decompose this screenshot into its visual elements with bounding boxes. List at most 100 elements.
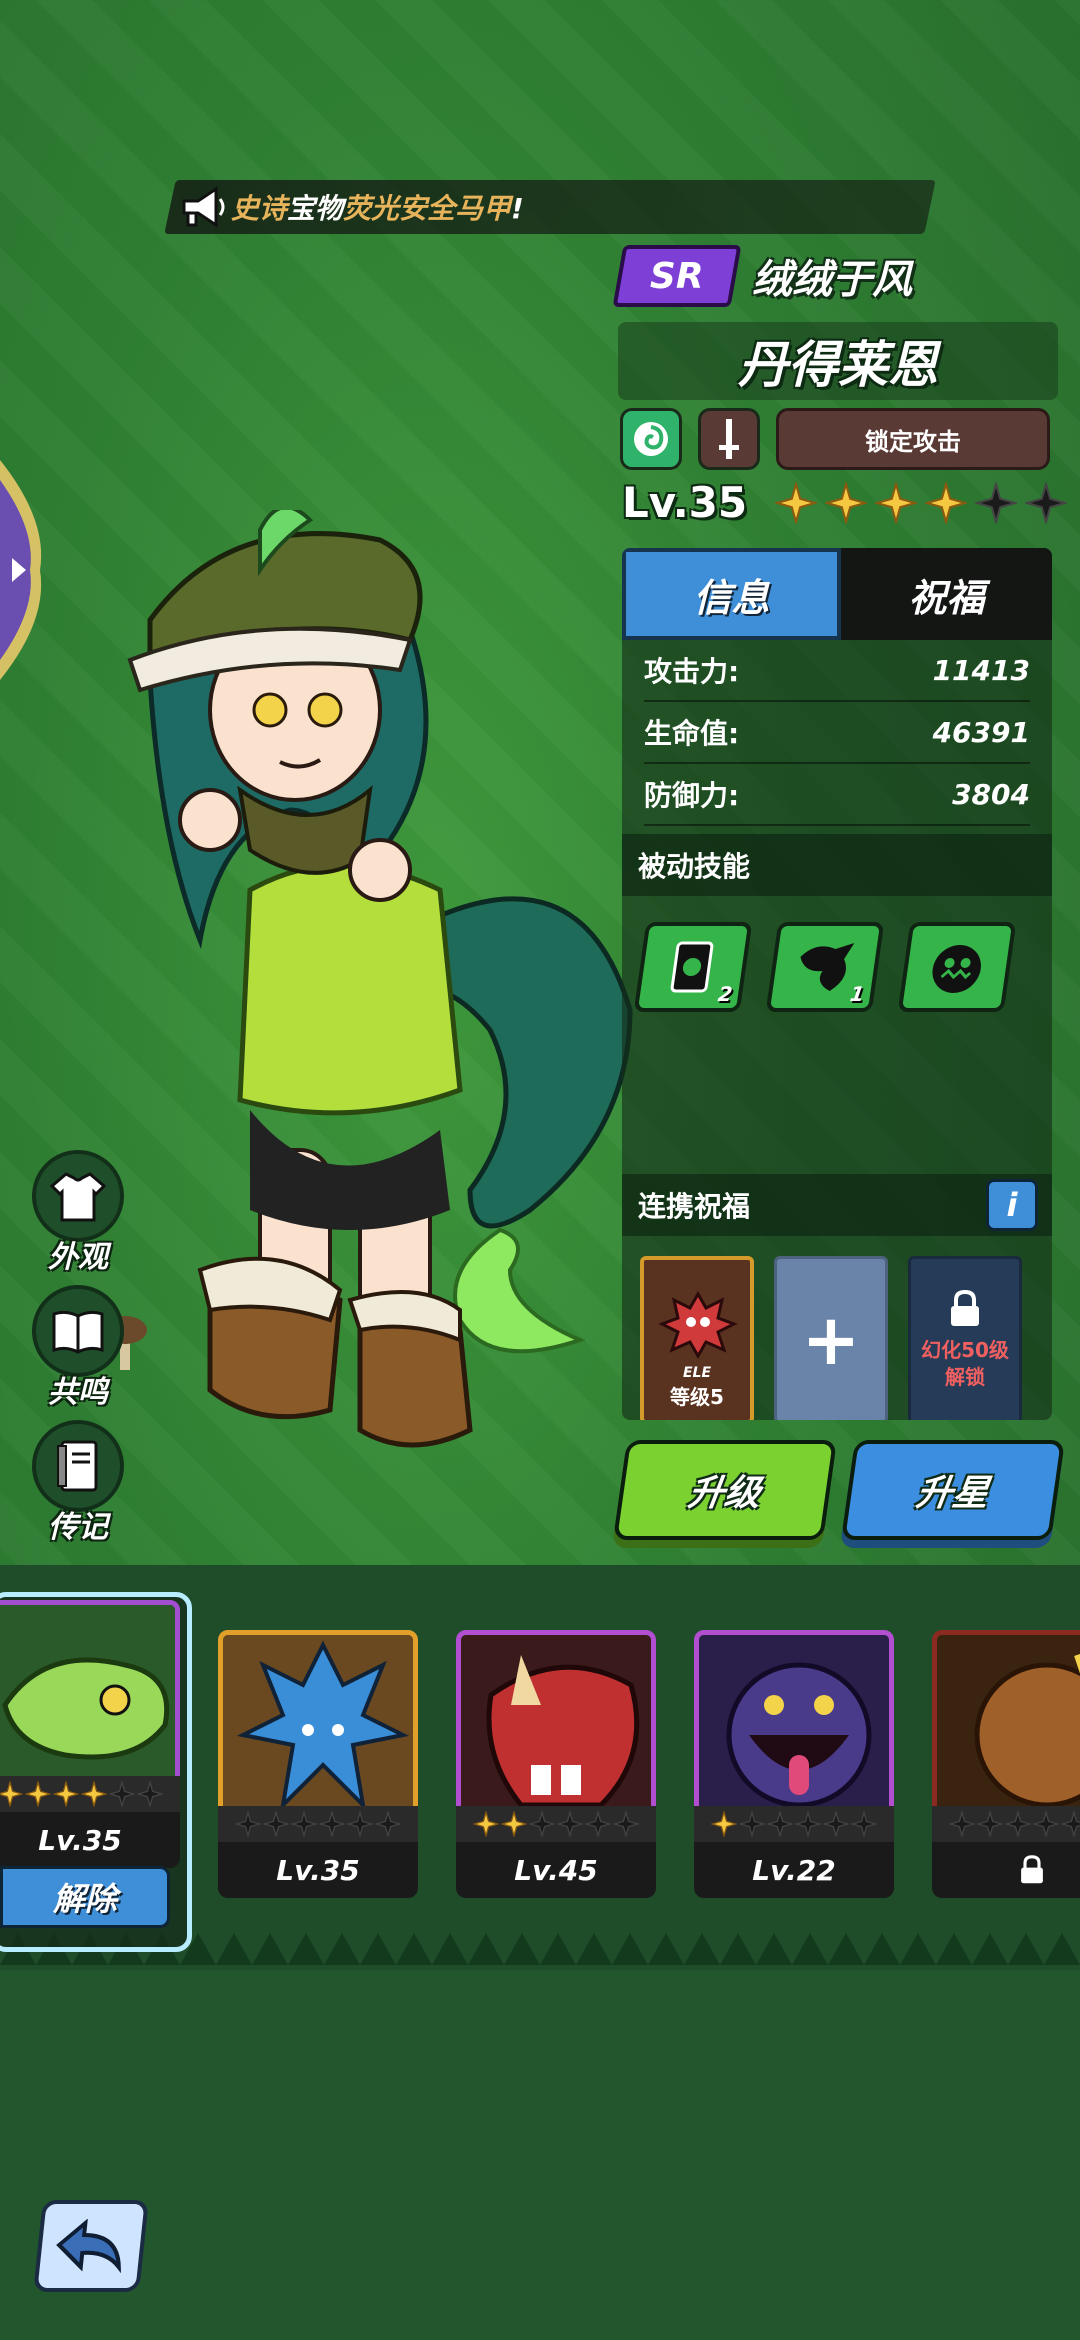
- hero-star-strip: [456, 1806, 656, 1842]
- star-empty-icon: [613, 1811, 639, 1837]
- lock-icon: [1021, 1855, 1043, 1884]
- star-empty-icon: [851, 1811, 877, 1837]
- appearance-label: 外观: [48, 1240, 108, 1275]
- hero-star-strip: [218, 1806, 418, 1842]
- hero-locked-footer: [932, 1842, 1080, 1898]
- lock-icon: [951, 1289, 979, 1326]
- hero-portrait: [218, 1630, 418, 1812]
- star-empty-icon: [347, 1811, 373, 1837]
- star-empty-icon: [1033, 1811, 1059, 1837]
- hero-level-row: Lv.35: [622, 478, 1068, 527]
- hero-roster-card[interactable]: Lv.35: [218, 1630, 418, 1900]
- star-empty-icon: [1005, 1811, 1031, 1837]
- star-filled-icon: [81, 1781, 107, 1807]
- star-filled-icon: [473, 1811, 499, 1837]
- star-filled-icon: [25, 1781, 51, 1807]
- biography-button[interactable]: 传记: [28, 1420, 128, 1546]
- sword-weapon-icon[interactable]: [698, 408, 760, 470]
- skill-count: 2: [716, 982, 734, 1006]
- star-empty-icon: [529, 1811, 555, 1837]
- locked-blessing-slot: 幻化50级 解锁: [908, 1256, 1022, 1420]
- star-filled-icon: [825, 481, 868, 524]
- hero-star-strip: [694, 1806, 894, 1842]
- skill-count: 1: [848, 982, 866, 1006]
- star-empty-icon: [949, 1811, 975, 1837]
- star-empty-icon: [585, 1811, 611, 1837]
- hero-level-label: Lv.22: [694, 1842, 894, 1898]
- rarity-text: SR: [650, 255, 704, 297]
- stat-value: 3804: [952, 777, 1030, 811]
- card-skill-icon[interactable]: 2: [633, 922, 753, 1012]
- star-empty-icon: [975, 481, 1018, 524]
- hero-info-panel: 信息 祝福 攻击力: 11413 生命值: 46391 防御力: 3804 被动…: [622, 548, 1052, 1420]
- monster-face-skill-icon[interactable]: [897, 922, 1017, 1012]
- lower-background: [0, 1970, 1080, 2340]
- star-empty-icon: [235, 1811, 261, 1837]
- tab-info[interactable]: 信息: [622, 548, 841, 640]
- hero-rarity-row: SR 绒绒于风: [612, 245, 912, 307]
- star-filled-icon: [501, 1811, 527, 1837]
- left-edge-arrow-icon[interactable]: [0, 460, 48, 680]
- blessing-pet-slot[interactable]: ELE 等级5: [640, 1256, 754, 1420]
- hero-roster-card[interactable]: Lv.22: [694, 1630, 894, 1900]
- stat-label: 生命值:: [644, 717, 740, 750]
- hero-roster-card[interactable]: Lv.45: [456, 1630, 656, 1900]
- add-blessing-slot[interactable]: +: [774, 1256, 888, 1420]
- appearance-button[interactable]: 外观: [28, 1150, 128, 1276]
- announcement-text: 史诗宝物荧光安全马甲!: [231, 187, 524, 227]
- link-blessing-slots: ELE 等级5 + 幻化50级 解锁: [622, 1236, 1052, 1420]
- ann-middle: 宝物: [287, 192, 344, 225]
- star-filled-icon: [925, 481, 968, 524]
- ann-item: 荧光安全马甲: [343, 192, 512, 225]
- lock-attack-button[interactable]: 锁定攻击: [776, 408, 1050, 470]
- back-button[interactable]: [33, 2200, 149, 2292]
- beast-claw-skill-icon[interactable]: 1: [765, 922, 885, 1012]
- upgrade-button[interactable]: 升级: [612, 1440, 838, 1540]
- star-up-button[interactable]: 升星: [840, 1440, 1066, 1540]
- hero-portrait: [932, 1630, 1080, 1812]
- hero-roster-card[interactable]: Lv.35: [0, 1600, 180, 1870]
- stat-value: 11413: [932, 653, 1030, 687]
- star-empty-icon: [319, 1811, 345, 1837]
- hero-character-illustration: [110, 510, 633, 1448]
- star-empty-icon: [109, 1781, 135, 1807]
- passive-skills-list: 2 1: [622, 896, 1052, 1166]
- notebook-icon: [32, 1420, 124, 1512]
- pet-element-label: ELE: [682, 1365, 712, 1381]
- announcement-content: 史诗宝物荧光安全马甲!: [175, 180, 524, 234]
- star-filled-icon: [875, 481, 918, 524]
- tab-blessing[interactable]: 祝福: [841, 548, 1052, 640]
- star-empty-icon: [823, 1811, 849, 1837]
- pet-level-label: 等级5: [670, 1385, 724, 1409]
- stat-row-attack: 攻击力: 11413: [644, 640, 1030, 702]
- remove-button[interactable]: 解除: [0, 1866, 170, 1928]
- stat-label: 防御力:: [644, 779, 740, 812]
- star-empty-icon: [557, 1811, 583, 1837]
- hero-portrait: [0, 1600, 180, 1782]
- unlock-req-line2: 解锁: [945, 1365, 985, 1389]
- stat-value: 46391: [932, 715, 1030, 749]
- stat-label: 攻击力:: [644, 655, 740, 688]
- star-filled-icon: [775, 481, 818, 524]
- resonance-label: 共鸣: [48, 1375, 108, 1410]
- info-button[interactable]: i: [986, 1179, 1038, 1231]
- wind-element-icon[interactable]: [620, 408, 682, 470]
- ann-prefix: 史诗: [231, 192, 288, 225]
- hero-portrait: [456, 1630, 656, 1812]
- hero-name-plate: 丹得莱恩: [618, 322, 1058, 400]
- hero-star-strip: [932, 1806, 1080, 1842]
- hero-level-label: Lv.35: [0, 1812, 180, 1868]
- star-empty-icon: [977, 1811, 1003, 1837]
- star-empty-icon: [375, 1811, 401, 1837]
- star-empty-icon: [739, 1811, 765, 1837]
- resonance-button[interactable]: 共鸣: [28, 1285, 128, 1411]
- spiky-pet-icon: [658, 1290, 738, 1360]
- star-empty-icon: [291, 1811, 317, 1837]
- star-empty-icon: [795, 1811, 821, 1837]
- link-blessing-title: 连携祝福: [638, 1190, 751, 1223]
- hero-star-strip: [0, 1776, 180, 1812]
- link-blessing-header: 连携祝福 i: [622, 1174, 1052, 1236]
- hero-name: 丹得莱恩: [738, 336, 938, 394]
- hero-roster-card[interactable]: [932, 1630, 1080, 1900]
- passive-skills-header: 被动技能: [622, 834, 1052, 896]
